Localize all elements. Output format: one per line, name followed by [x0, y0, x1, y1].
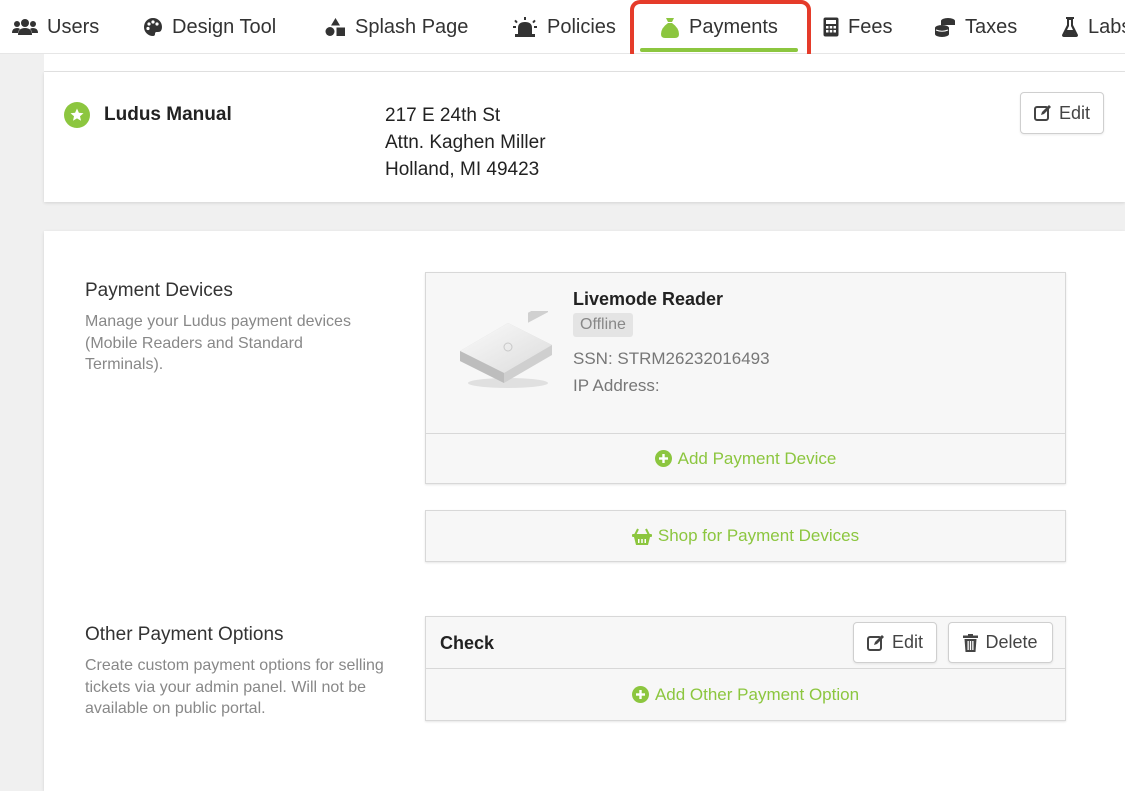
- payments-card: Payment Devices Manage your Ludus paymen…: [44, 231, 1125, 791]
- tab-payments[interactable]: Payments: [640, 0, 798, 53]
- payment-devices-description: Manage your Ludus payment devices (Mobil…: [85, 313, 351, 373]
- add-device-label: Add Payment Device: [677, 448, 837, 468]
- coins-icon: [935, 18, 955, 37]
- shapes-icon: [325, 18, 345, 36]
- trash-icon: [963, 633, 979, 652]
- plus-circle-icon: [654, 450, 672, 467]
- tab-fees[interactable]: Fees: [823, 0, 893, 53]
- money-bag-icon: [661, 17, 679, 38]
- other-payment-options-description: Create custom payment options for sellin…: [85, 657, 384, 717]
- device-ip: IP Address:: [573, 376, 660, 395]
- device-panel: Livemode Reader Offline SSN: STRM2623201…: [425, 272, 1066, 484]
- payment-devices-title: Payment Devices: [85, 280, 233, 301]
- card-strip: [44, 54, 1125, 72]
- edit-label: Edit: [1058, 102, 1091, 123]
- tab-label: Labs: [1088, 15, 1125, 38]
- flask-icon: [1062, 17, 1078, 37]
- tab-label: Payments: [689, 15, 778, 38]
- add-payment-device-button[interactable]: Add Payment Device: [426, 433, 1065, 483]
- tab-splash-page[interactable]: Splash Page: [325, 0, 469, 53]
- device-ssn: SSN: STRM26232016493: [573, 349, 770, 368]
- tab-label: Fees: [848, 15, 893, 38]
- tab-label: Users: [47, 15, 100, 38]
- delete-label: Delete: [985, 632, 1038, 652]
- tab-label: Policies: [547, 15, 616, 38]
- shop-label: Shop for Payment Devices: [657, 526, 860, 545]
- address-line: Attn. Kaghen Miller: [385, 132, 546, 153]
- calculator-icon: [823, 17, 839, 37]
- shop-payment-devices-button[interactable]: Shop for Payment Devices: [425, 510, 1066, 562]
- palette-icon: [144, 18, 162, 36]
- edit-payment-option-button[interactable]: Edit: [853, 622, 937, 663]
- add-option-label: Add Other Payment Option: [654, 684, 860, 704]
- tab-users[interactable]: Users: [12, 0, 100, 53]
- plus-circle-icon: [631, 686, 649, 703]
- tab-taxes[interactable]: Taxes: [934, 0, 1018, 53]
- tab-label: Splash Page: [355, 15, 469, 38]
- payment-option-row: Check Edit Delete: [426, 617, 1065, 669]
- payment-option-name: Check: [440, 633, 495, 653]
- device-item: Livemode Reader Offline SSN: STRM2623201…: [426, 273, 1065, 433]
- active-tab-indicator: [640, 48, 798, 52]
- device-name: Livemode Reader: [573, 289, 724, 309]
- top-nav: Users Design Tool Splash Page Policies P…: [0, 0, 1125, 54]
- organization-name: Ludus Manual: [104, 104, 232, 125]
- siren-icon: [513, 17, 537, 37]
- edit-label: Edit: [891, 632, 924, 652]
- tab-policies[interactable]: Policies: [512, 0, 616, 53]
- basket-icon: [631, 528, 652, 545]
- tab-labs[interactable]: Labs: [1061, 0, 1125, 53]
- edit-organization-button[interactable]: Edit: [1020, 92, 1104, 134]
- users-icon: [12, 19, 38, 35]
- status-badge: Offline: [573, 313, 633, 337]
- other-payment-options-title: Other Payment Options: [85, 624, 284, 645]
- edit-icon: [866, 634, 884, 651]
- payment-option-panel: Check Edit Delete Add Other Payment Opti…: [425, 616, 1066, 721]
- edit-icon: [1033, 105, 1051, 121]
- card-reader-image: [460, 311, 552, 388]
- tab-label: Taxes: [965, 15, 1018, 38]
- address-line: Holland, MI 49423: [385, 159, 540, 180]
- tab-design-tool[interactable]: Design Tool: [143, 0, 277, 53]
- address-line: 217 E 24th St: [385, 105, 501, 126]
- organization-card: Ludus Manual 217 E 24th St Attn. Kaghen …: [44, 72, 1125, 202]
- delete-payment-option-button[interactable]: Delete: [948, 622, 1053, 663]
- organization-address: 217 E 24th St Attn. Kaghen Miller Hollan…: [385, 102, 546, 183]
- star-icon: [64, 102, 90, 128]
- add-other-payment-option-button[interactable]: Add Other Payment Option: [426, 669, 1065, 720]
- tab-label: Design Tool: [172, 15, 277, 38]
